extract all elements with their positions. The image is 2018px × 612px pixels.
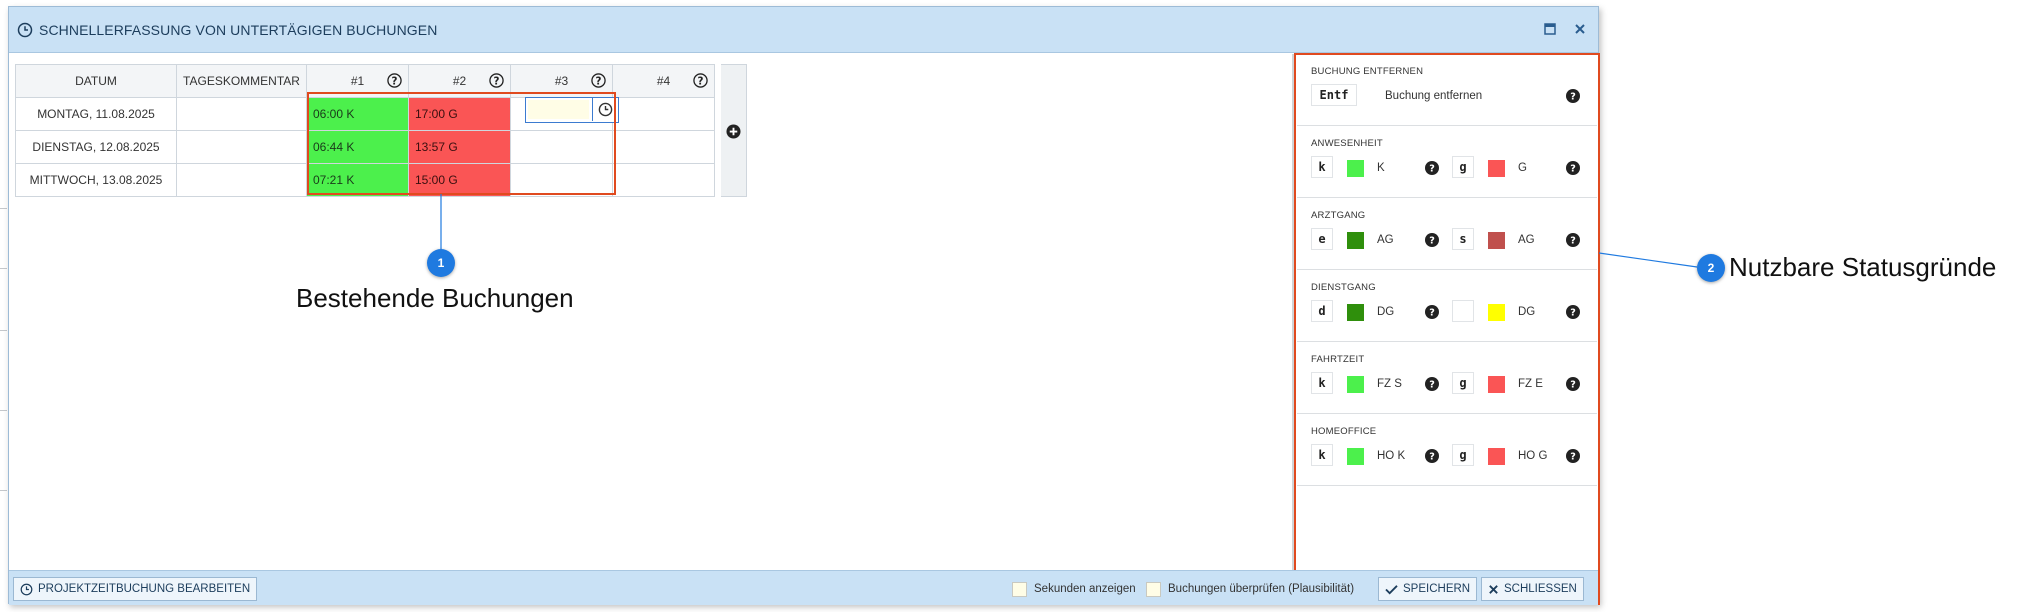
annotation-badge-2: 2 (1697, 254, 1725, 282)
screenshot-stage: { "window": { "title": "SCHNELLERFASSUNG… (0, 0, 2018, 612)
annotation-text-1: Bestehende Buchungen (296, 283, 574, 313)
annotation-text-2: Nutzbare Statusgründe (1729, 252, 1997, 282)
annotation-line-2 (1598, 252, 1698, 268)
annotation-badge-1: 1 (427, 249, 455, 277)
